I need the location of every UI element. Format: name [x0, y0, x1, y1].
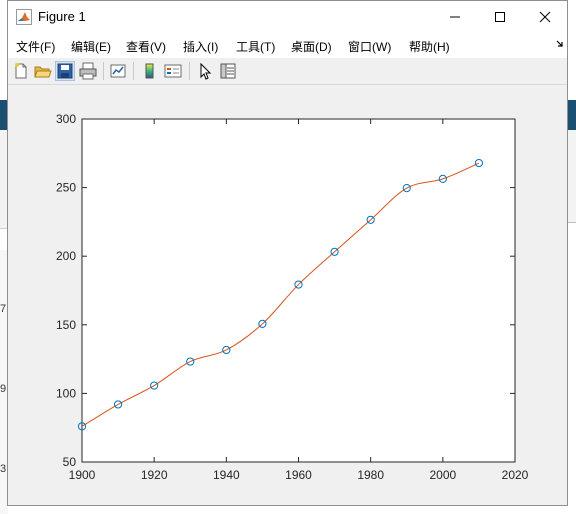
insert-legend-button[interactable] — [163, 61, 183, 81]
close-icon — [539, 11, 551, 22]
toolbar-separator — [103, 62, 104, 80]
x-tick-label: 1940 — [213, 468, 240, 482]
menu-desktop[interactable]: 桌面(D) — [291, 38, 332, 55]
link-plot-icon — [110, 64, 126, 78]
window-title: Figure 1 — [38, 9, 86, 24]
y-tick-label: 300 — [56, 112, 76, 126]
toolbar-separator — [133, 62, 134, 80]
property-inspector-button[interactable] — [218, 61, 238, 81]
insert-colorbar-button[interactable] — [140, 61, 160, 81]
link-plot-button[interactable] — [108, 61, 128, 81]
edit-plot-icon — [200, 62, 212, 80]
menu-help[interactable]: 帮助(H) — [409, 38, 450, 55]
menu-window[interactable]: 窗口(W) — [348, 38, 391, 55]
colorbar-icon — [145, 63, 154, 79]
figure-toolbar — [8, 58, 567, 85]
minimize-button[interactable] — [432, 1, 478, 32]
print-button[interactable] — [78, 61, 98, 81]
background-ribbon-right — [568, 100, 576, 130]
x-tick-label: 1900 — [69, 468, 96, 482]
menu-tools[interactable]: 工具(T) — [236, 38, 275, 55]
background-panel-right — [568, 130, 576, 223]
background-text: 9 — [0, 383, 7, 395]
print-icon — [79, 62, 97, 80]
legend-icon — [164, 64, 182, 78]
new-figure-button[interactable] — [11, 61, 31, 81]
background-text: 7 — [0, 303, 7, 315]
save-icon — [57, 63, 73, 79]
maximize-icon — [495, 11, 505, 22]
property-inspector-icon — [220, 63, 236, 79]
y-tick-label: 200 — [56, 249, 76, 263]
maximize-button[interactable] — [477, 1, 523, 32]
plot-axes[interactable]: 1900 1920 1940 1960 1980 2000 2020 50 100 150 200 2… — [8, 85, 567, 505]
x-tick-label: 1980 — [357, 468, 384, 482]
save-button[interactable] — [55, 61, 75, 81]
y-tick-label: 50 — [63, 455, 77, 469]
open-file-icon — [34, 66, 52, 78]
edit-plot-button[interactable] — [195, 61, 215, 81]
y-tick-label: 100 — [56, 386, 76, 400]
y-tick-label: 250 — [56, 181, 76, 195]
menu-bar: 文件(F) 编辑(E) 查看(V) 插入(I) 工具(T) 桌面(D) 窗口(W… — [8, 32, 567, 58]
x-tick-label: 2000 — [429, 468, 456, 482]
x-tick-label: 1920 — [141, 468, 168, 482]
dock-figure-icon[interactable] — [555, 39, 565, 49]
menu-insert[interactable]: 插入(I) — [183, 38, 218, 55]
close-button[interactable] — [522, 1, 568, 32]
x-tick-label: 2020 — [502, 468, 529, 482]
matlab-logo-icon — [16, 9, 32, 25]
minimize-icon — [450, 16, 460, 17]
figure-window: Figure 1 文件(F) 编辑(E) 查看(V) 插入(I) 工具(T) 桌… — [7, 0, 568, 506]
y-tick-label: 150 — [56, 318, 76, 332]
open-file-button[interactable] — [33, 61, 53, 81]
menu-view[interactable]: 查看(V) — [126, 38, 166, 55]
x-tick-label: 1960 — [285, 468, 312, 482]
toolbar-separator — [189, 62, 190, 80]
title-bar[interactable]: Figure 1 — [8, 1, 567, 32]
figure-canvas[interactable]: 1900 1920 1940 1960 1980 2000 2020 50 100 150 200 2… — [8, 85, 567, 505]
menu-edit[interactable]: 编辑(E) — [71, 38, 111, 55]
menu-file[interactable]: 文件(F) — [16, 38, 55, 55]
background-text: 3 — [0, 463, 7, 475]
new-figure-icon — [15, 63, 27, 79]
axes-box — [81, 118, 516, 463]
